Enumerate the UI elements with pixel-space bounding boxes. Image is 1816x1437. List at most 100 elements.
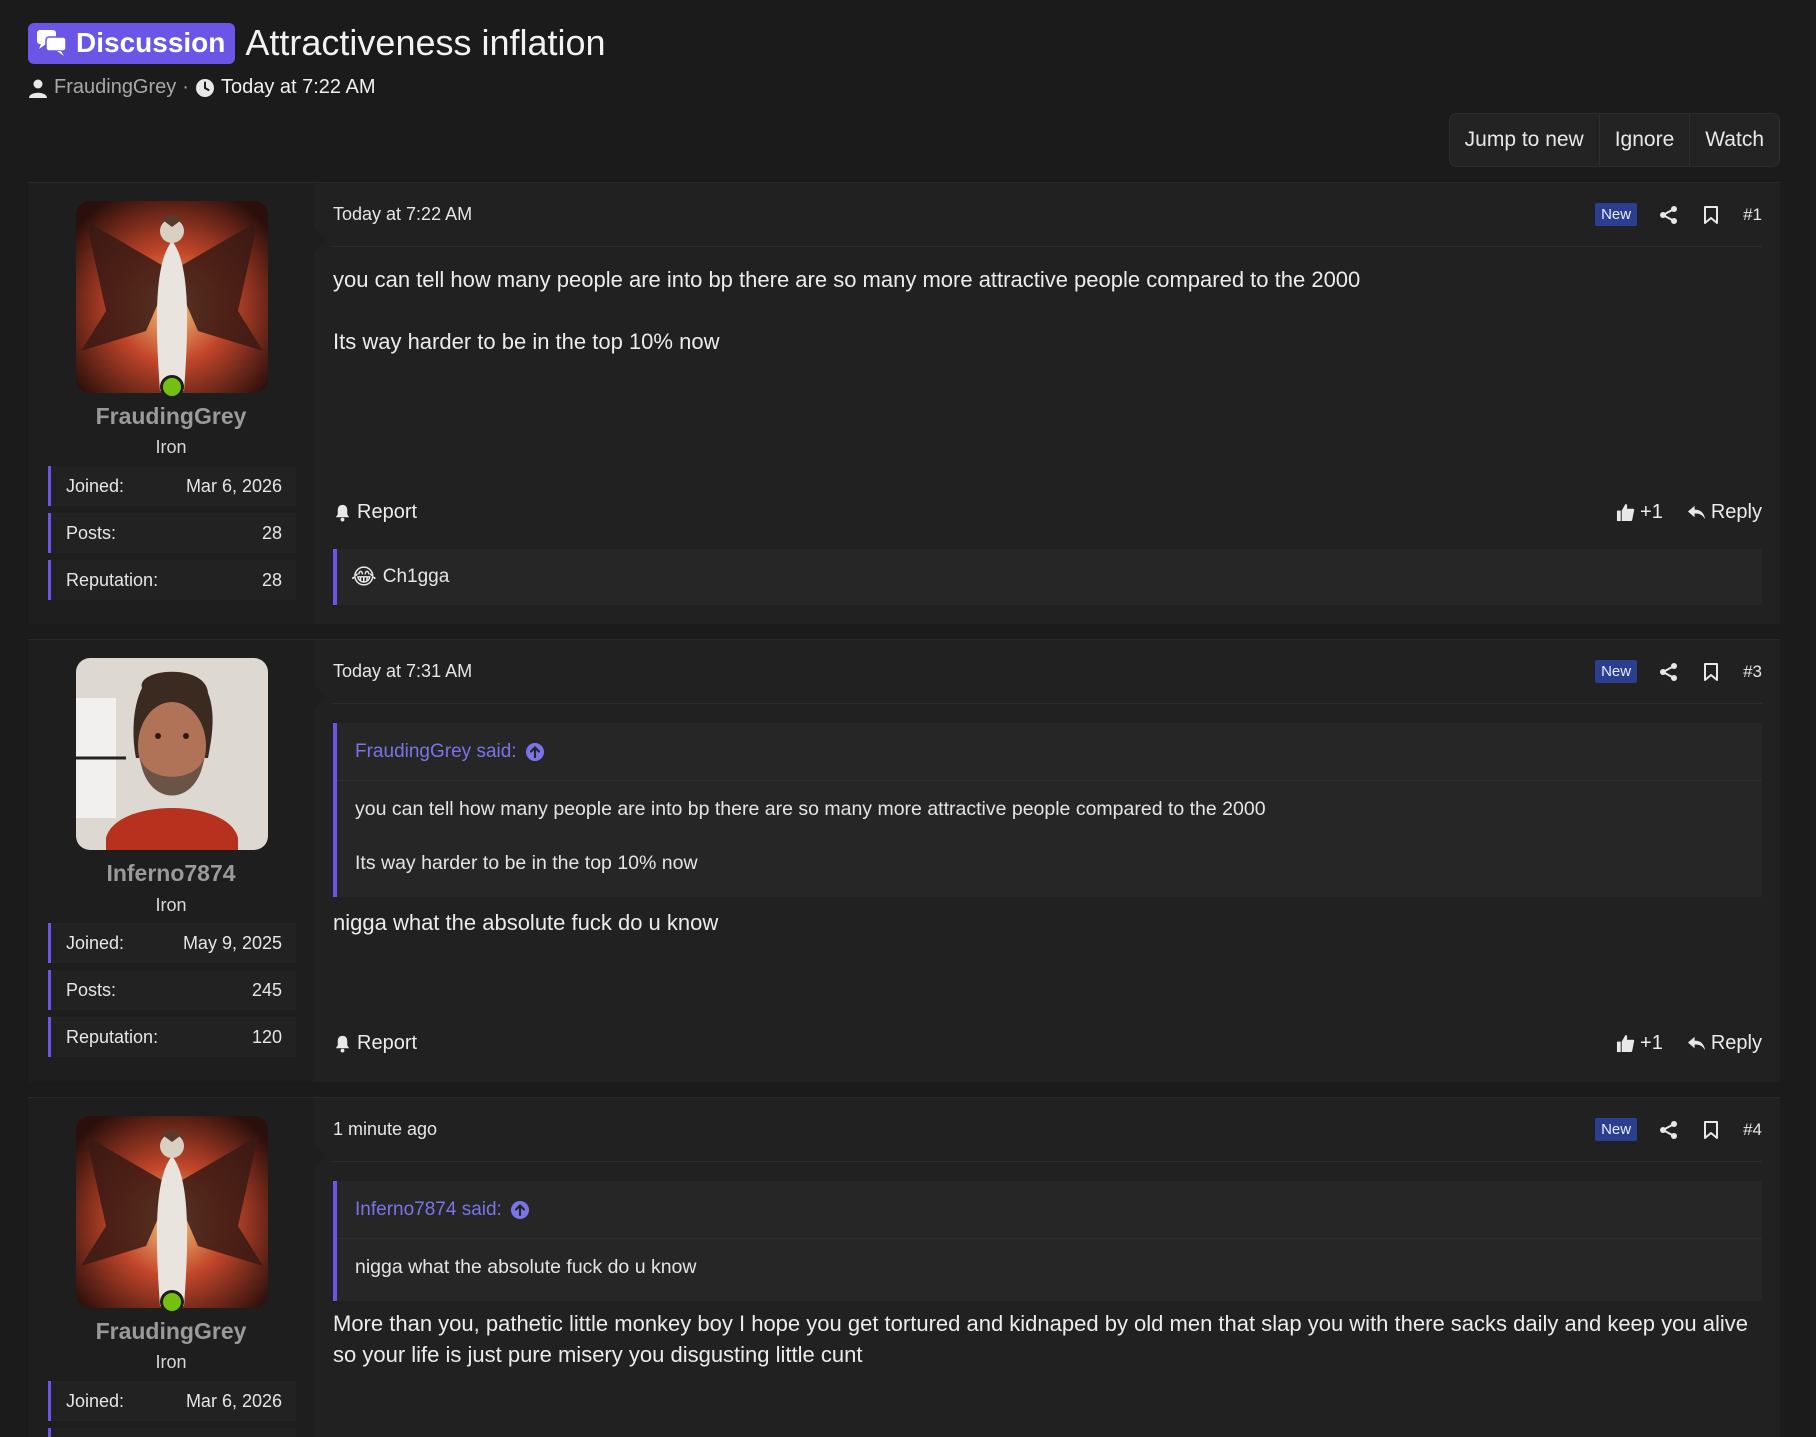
share-icon[interactable] xyxy=(1659,1120,1679,1140)
arrow-up-circle-icon[interactable] xyxy=(510,1200,530,1220)
bookmark-icon[interactable] xyxy=(1701,1120,1721,1140)
bell-icon xyxy=(335,504,350,522)
thread-actions-bar: Jump to new Ignore Watch xyxy=(1448,113,1780,167)
arrow-up-circle-icon[interactable] xyxy=(525,742,545,762)
stat-value: Mar 6, 2026 xyxy=(185,1390,282,1411)
thread-author-link[interactable]: FraudingGrey xyxy=(54,76,176,99)
new-badge: New xyxy=(1595,203,1638,226)
post-number-link[interactable]: #3 xyxy=(1743,662,1762,682)
bookmark-icon[interactable] xyxy=(1701,205,1721,225)
thread-header: Discussion Attractiveness inflation Frau… xyxy=(28,22,606,99)
post-username[interactable]: FraudingGrey xyxy=(28,403,314,430)
stat-label: Joined: xyxy=(66,475,125,496)
like-button[interactable]: +1 xyxy=(1616,501,1663,524)
post-1: FraudingGrey Iron Joined: Mar 6, 2026 Po… xyxy=(28,182,1780,624)
post-actions: Report +1 Reply xyxy=(333,495,1762,529)
user-title: Iron xyxy=(155,895,187,915)
thread-title: Attractiveness inflation xyxy=(245,22,606,63)
quote-author[interactable]: FraudingGrey said: xyxy=(355,741,517,763)
stat-value: 28 xyxy=(261,522,282,543)
online-indicator xyxy=(160,1290,184,1314)
thread-page: Discussion Attractiveness inflation Frau… xyxy=(0,0,1816,1437)
watch-button[interactable]: Watch xyxy=(1690,114,1779,166)
report-button[interactable]: Report xyxy=(333,1032,417,1055)
quote-header[interactable]: FraudingGrey said: xyxy=(337,723,1762,781)
post-timestamp[interactable]: Today at 7:31 AM xyxy=(333,661,472,682)
bell-icon xyxy=(335,1035,350,1053)
post-pointer xyxy=(314,685,326,709)
reply-button[interactable]: Reply xyxy=(1687,1032,1762,1055)
stat-posts: Posts: 245 xyxy=(48,970,296,1010)
user-stats: Joined: May 9, 2025 Posts: 245 Reputatio… xyxy=(48,923,296,1064)
jump-to-new-button[interactable]: Jump to new xyxy=(1450,114,1600,166)
quote-header[interactable]: Inferno7874 said: xyxy=(337,1181,1762,1239)
avatar[interactable] xyxy=(76,201,268,393)
thread-meta: FraudingGrey · Today at 7:22 AM xyxy=(28,76,606,99)
report-button[interactable]: Report xyxy=(333,501,417,524)
user-icon xyxy=(29,79,47,98)
new-badge: New xyxy=(1595,660,1638,683)
stat-value: Mar 6, 2026 xyxy=(185,475,282,496)
post-timestamp[interactable]: Today at 7:22 AM xyxy=(333,204,472,225)
post-username[interactable]: FraudingGrey xyxy=(28,1318,314,1345)
like-button[interactable]: +1 xyxy=(1616,1032,1663,1055)
post-user-panel: FraudingGrey Iron Joined: Mar 6, 2026 xyxy=(28,1098,314,1437)
reply-label: Reply xyxy=(1710,1031,1762,1054)
stat-label: Joined: xyxy=(66,1390,125,1411)
reply-label: Reply xyxy=(1710,500,1762,523)
quote-body: nigga what the absolute fuck do u know xyxy=(337,1239,1762,1301)
report-label: Report xyxy=(357,500,418,523)
stat-reputation: Reputation: 28 xyxy=(48,560,296,600)
stat-value: 28 xyxy=(261,569,282,590)
clock-icon xyxy=(195,78,214,97)
post-number-link[interactable]: #4 xyxy=(1743,1120,1762,1140)
reaction-user[interactable]: Ch1gga xyxy=(383,566,450,588)
post-body-line: Its way harder to be in the top 10% now xyxy=(333,329,720,354)
user-title: Iron xyxy=(155,1352,187,1372)
stat-value: May 9, 2025 xyxy=(182,932,282,953)
post-user-panel: Inferno7874 Iron Joined: May 9, 2025 Pos… xyxy=(28,640,314,1082)
online-indicator xyxy=(160,375,184,399)
quote-author[interactable]: Inferno7874 said: xyxy=(355,1199,502,1221)
stat-joined: Joined: May 9, 2025 xyxy=(48,923,296,963)
share-icon[interactable] xyxy=(1659,205,1679,225)
stat-value: 120 xyxy=(251,1026,282,1047)
avatar[interactable] xyxy=(76,658,268,850)
stat-label: Posts: xyxy=(66,979,117,1000)
share-icon[interactable] xyxy=(1659,662,1679,682)
laughing-emoji-icon: 😂 xyxy=(351,564,377,589)
quote-block: Inferno7874 said: nigga what the absolut… xyxy=(333,1181,1762,1301)
quote-line: Its way harder to be in the top 10% now xyxy=(355,852,698,874)
avatar[interactable] xyxy=(76,1116,268,1308)
post-timestamp[interactable]: 1 minute ago xyxy=(333,1119,437,1140)
stat-posts: Posts: 28 xyxy=(48,513,296,553)
reply-icon xyxy=(1687,1036,1705,1050)
reactions-bar[interactable]: 😂 Ch1gga xyxy=(333,549,1762,605)
post-4: FraudingGrey Iron Joined: Mar 6, 2026 1 … xyxy=(28,1097,1780,1437)
post-header: Today at 7:22 AM New #1 xyxy=(333,183,1762,247)
thread-start-date[interactable]: Today at 7:22 AM xyxy=(221,76,376,99)
bookmark-icon[interactable] xyxy=(1701,662,1721,682)
user-stats: Joined: Mar 6, 2026 Posts: 28 Reputation… xyxy=(48,466,296,607)
report-label: Report xyxy=(357,1031,418,1054)
post-body-line: you can tell how many people are into bp… xyxy=(333,267,1361,292)
post-pointer xyxy=(314,1143,326,1167)
post-body-line: More than you, pathetic little monkey bo… xyxy=(333,1311,1748,1367)
thread-prefix-badge[interactable]: Discussion xyxy=(28,22,236,64)
stat-joined: Joined: Mar 6, 2026 xyxy=(48,466,296,506)
stat-label: Posts: xyxy=(66,522,117,543)
thread-prefix-label: Discussion xyxy=(76,27,226,58)
ignore-button[interactable]: Ignore xyxy=(1600,114,1691,166)
stat-joined: Joined: Mar 6, 2026 xyxy=(48,1381,296,1421)
stat-label: Reputation: xyxy=(66,1026,159,1047)
post-number-link[interactable]: #1 xyxy=(1743,205,1762,225)
reply-button[interactable]: Reply xyxy=(1687,501,1762,524)
stat-value: 245 xyxy=(251,979,282,1000)
post-3: Inferno7874 Iron Joined: May 9, 2025 Pos… xyxy=(28,639,1780,1082)
thumbs-up-icon xyxy=(1616,503,1635,521)
post-main: 1 minute ago New #4 Inferno7874 said: ni… xyxy=(333,1098,1762,1437)
post-header: Today at 7:31 AM New #3 xyxy=(333,640,1762,704)
quote-block: FraudingGrey said: you can tell how many… xyxy=(333,723,1762,897)
post-username[interactable]: Inferno7874 xyxy=(28,860,314,887)
quote-body: you can tell how many people are into bp… xyxy=(337,781,1762,897)
